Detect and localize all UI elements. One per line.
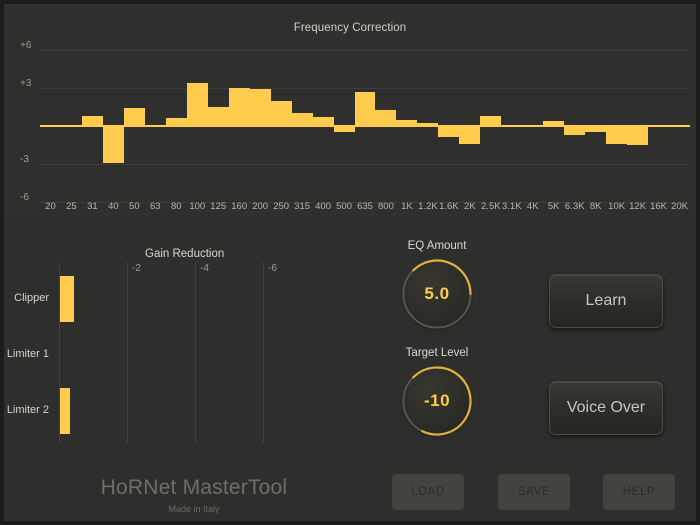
gain-reduction-title: Gain Reduction: [145, 248, 224, 260]
eq-frequency-label: 1.2K: [418, 201, 438, 212]
eq-gridline: [40, 88, 690, 89]
eq-frequency-label: 20: [45, 201, 56, 212]
eq-frequency-label: 160: [231, 201, 247, 212]
gain-reduction-meters: -2-4-6ClipperLimiter 1Limiter 2: [59, 262, 359, 444]
eq-frequency-label: 12K: [629, 201, 646, 212]
eq-frequency-label: 25: [66, 201, 77, 212]
eq-amount-value: 5.0: [400, 257, 474, 331]
gain-reduction-tick: [263, 262, 264, 444]
eq-frequency-label: 5K: [548, 201, 560, 212]
eq-frequency-label: 250: [273, 201, 289, 212]
frequency-correction-panel: Frequency Correction +6+3-3-6 2025314050…: [4, 4, 696, 216]
gain-reduction-row-label: Clipper: [0, 292, 49, 304]
eq-band-bar[interactable]: [271, 101, 292, 126]
eq-frequency-label: 40: [108, 201, 119, 212]
eq-frequency-label: 80: [171, 201, 182, 212]
target-level-knob[interactable]: -10: [400, 364, 474, 438]
eq-band-bar[interactable]: [375, 110, 396, 126]
eq-frequency-label: 10K: [608, 201, 625, 212]
learn-button[interactable]: Learn: [549, 274, 663, 328]
eq-band-bar[interactable]: [627, 126, 648, 145]
eq-frequency-label: 50: [129, 201, 140, 212]
plugin-window: Frequency Correction +6+3-3-6 2025314050…: [0, 0, 700, 525]
brand-name: HoRNet MasterTool: [64, 476, 324, 500]
eq-frequency-label: 4K: [527, 201, 539, 212]
eq-amount-knob[interactable]: 5.0: [400, 257, 474, 331]
save-button[interactable]: SAVE: [498, 474, 570, 510]
gain-reduction-tick: [195, 262, 196, 444]
eq-frequency-label: 2K: [464, 201, 476, 212]
eq-band-bar[interactable]: [564, 126, 585, 135]
gain-reduction-tick-label: -6: [268, 263, 277, 274]
eq-band-bar[interactable]: [103, 126, 124, 163]
gain-reduction-tick-label: -4: [200, 263, 209, 274]
eq-zero-line: [40, 125, 690, 127]
eq-band-bar[interactable]: [355, 92, 376, 126]
eq-frequency-label: 635: [357, 201, 373, 212]
eq-frequency-label: 315: [294, 201, 310, 212]
eq-band-bar[interactable]: [208, 107, 229, 126]
eq-frequency-label: 8K: [590, 201, 602, 212]
eq-band-bar[interactable]: [229, 88, 250, 126]
eq-frequency-label: 2.5K: [481, 201, 501, 212]
brand-tagline: Made in Italy: [64, 504, 324, 514]
eq-frequency-label: 20K: [671, 201, 688, 212]
eq-gridline: [40, 50, 690, 51]
eq-y-label: +3: [20, 78, 31, 89]
eq-frequency-label: 1.6K: [439, 201, 459, 212]
target-level-knob-group: Target Level -10: [396, 347, 478, 443]
eq-band-bar[interactable]: [459, 126, 480, 144]
gain-reduction-meter: [60, 388, 70, 434]
eq-frequency-label: 800: [378, 201, 394, 212]
gain-reduction-tick: [127, 262, 128, 444]
gain-reduction-row-label: Limiter 1: [0, 348, 49, 360]
eq-band-bar[interactable]: [124, 108, 145, 126]
help-button[interactable]: HELP: [603, 474, 675, 510]
eq-y-label: +6: [20, 40, 31, 51]
eq-frequency-label: 3.1K: [502, 201, 522, 212]
eq-amount-knob-group: EQ Amount 5.0: [396, 240, 478, 336]
gain-reduction-meter: [60, 276, 74, 322]
eq-frequency-label: 16K: [650, 201, 667, 212]
target-level-label: Target Level: [396, 347, 478, 359]
eq-band-bar[interactable]: [187, 83, 208, 126]
eq-frequency-label: 63: [150, 201, 161, 212]
eq-frequency-label: 125: [210, 201, 226, 212]
load-button[interactable]: LOAD: [392, 474, 464, 510]
eq-frequency-label: 6.3K: [565, 201, 585, 212]
gain-reduction-tick-label: -2: [132, 263, 141, 274]
eq-band-bar[interactable]: [438, 126, 459, 137]
eq-frequency-label: 1K: [401, 201, 413, 212]
eq-frequency-label: 500: [336, 201, 352, 212]
eq-panel-title: Frequency Correction: [4, 22, 696, 34]
eq-y-label: -3: [20, 154, 29, 165]
eq-frequency-label: 400: [315, 201, 331, 212]
eq-y-label: -6: [20, 192, 29, 203]
eq-frequency-axis: 20 25 31 40 50 63 80 100 125 160 200 250 315 400 500 63…: [40, 201, 690, 215]
eq-gridline: [40, 164, 690, 165]
target-level-value: -10: [400, 364, 474, 438]
eq-frequency-label: 100: [189, 201, 205, 212]
eq-band-bar[interactable]: [250, 89, 271, 126]
brand-block: HoRNet MasterTool Made in Italy: [64, 476, 324, 514]
eq-plot[interactable]: +6+3-3-6: [40, 43, 690, 195]
gain-reduction-row-label: Limiter 2: [0, 404, 49, 416]
eq-amount-label: EQ Amount: [396, 240, 478, 252]
eq-frequency-label: 31: [87, 201, 98, 212]
voice-over-button[interactable]: Voice Over: [549, 381, 663, 435]
eq-band-bar[interactable]: [606, 126, 627, 144]
eq-frequency-label: 200: [252, 201, 268, 212]
